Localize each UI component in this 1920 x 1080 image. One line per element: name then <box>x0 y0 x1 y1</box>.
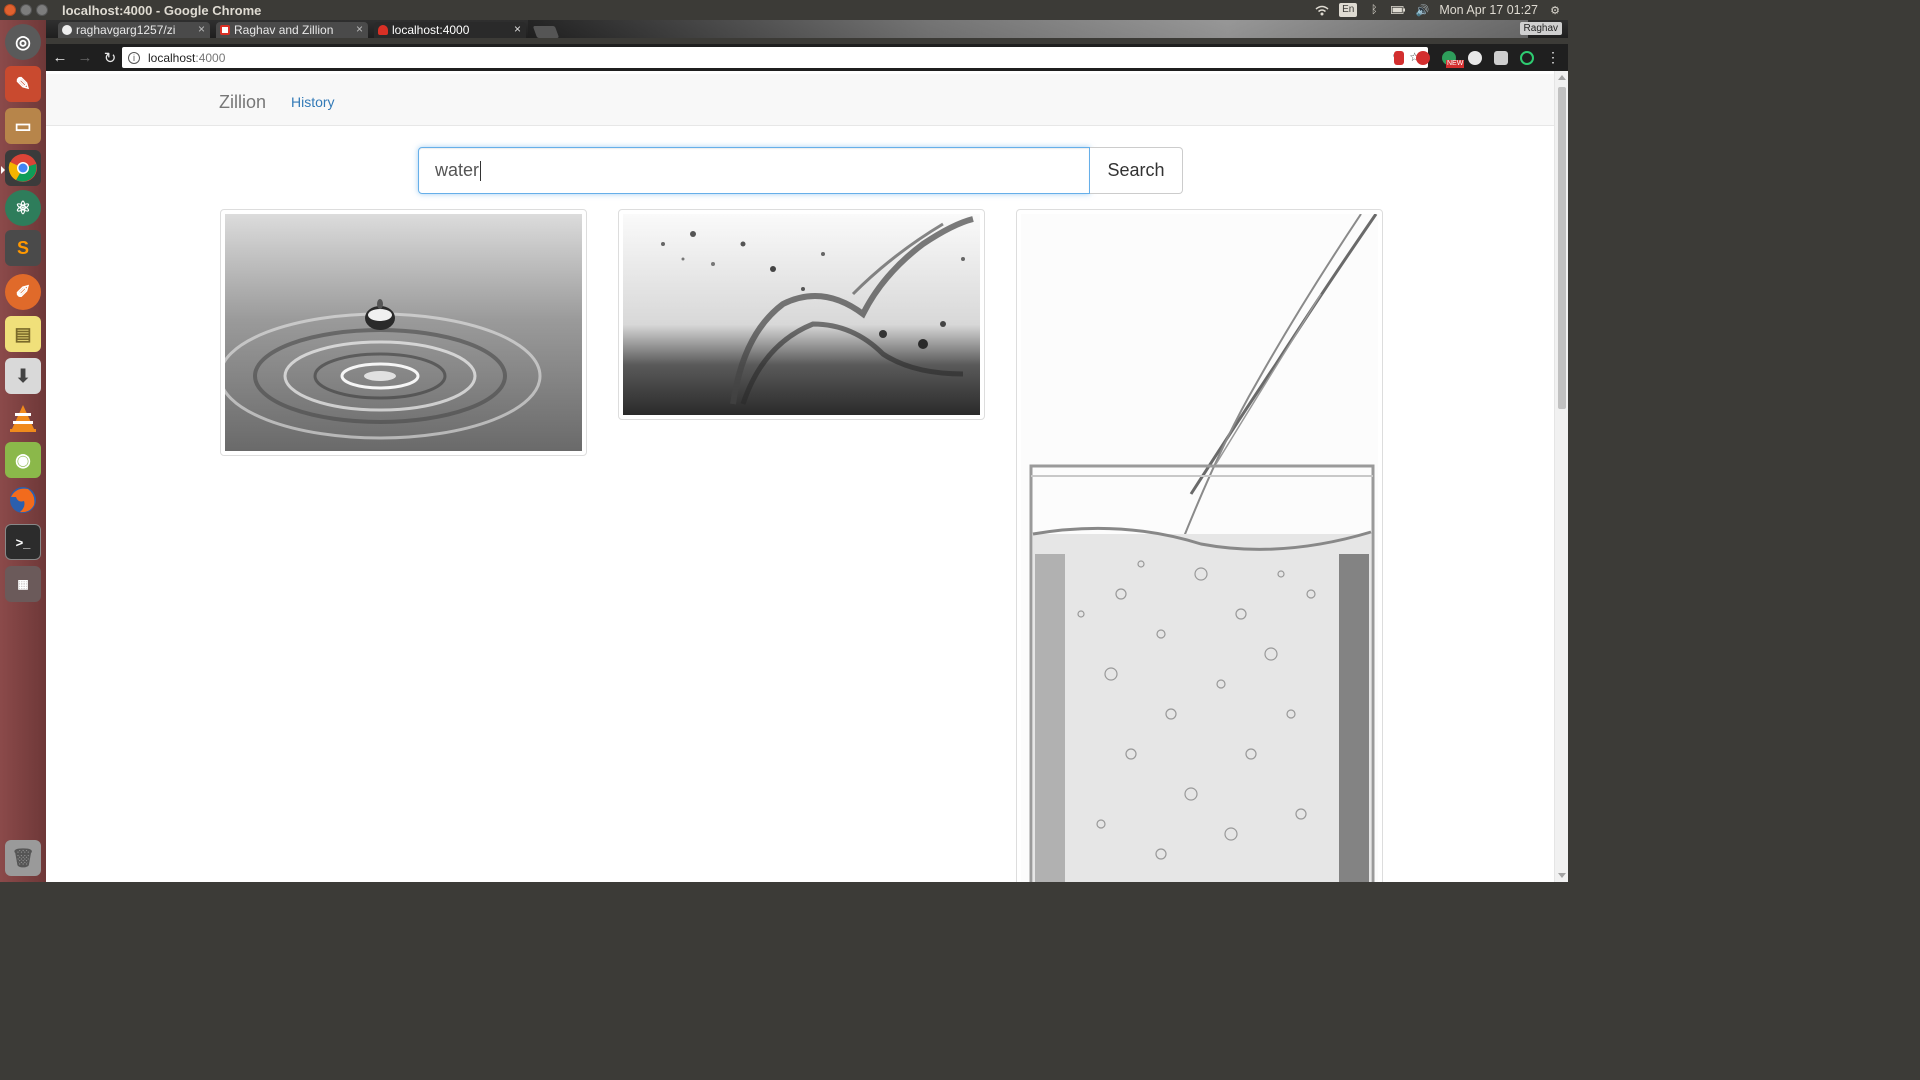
tab-label: raghavgarg1257/zi <box>76 23 176 37</box>
clock[interactable]: Mon Apr 17 01:27 <box>1439 3 1538 17</box>
minimize-window-button[interactable] <box>20 4 32 16</box>
water-pouring-glass-image <box>1021 214 1378 882</box>
extensions-bar: NEW ⋮ <box>1394 49 1560 68</box>
tab-label: Raghav and Zillion <box>234 23 334 37</box>
dash-home-icon[interactable]: ◎ <box>5 24 41 60</box>
terminal-icon[interactable]: >_ <box>5 524 41 560</box>
close-tab-icon[interactable]: × <box>514 22 521 36</box>
qr-extension-icon[interactable] <box>1494 50 1508 65</box>
opera-extension-icon[interactable] <box>1416 50 1430 65</box>
scroll-up-arrow-icon[interactable] <box>1558 75 1566 80</box>
app-navbar: Zillion History <box>46 74 1554 126</box>
browser-tab-strip: raghavgarg1257/zi × Raghav and Zillion ×… <box>46 20 1568 38</box>
water-splash-image <box>623 214 980 415</box>
battery-icon[interactable] <box>1391 4 1406 16</box>
new-tab-button[interactable] <box>532 26 560 38</box>
gmail-icon <box>220 25 230 35</box>
text-caret <box>480 160 482 181</box>
search-button[interactable]: Search <box>1090 147 1183 194</box>
url-port: :4000 <box>195 50 226 65</box>
tab-github[interactable]: raghavgarg1257/zi × <box>58 22 210 38</box>
profile-name-button[interactable]: Raghav <box>1519 22 1562 35</box>
search-input-value: water <box>435 160 480 180</box>
address-bar[interactable]: i localhost:4000 ⚲ ☆ <box>122 47 1428 68</box>
firefox-icon[interactable] <box>5 482 41 518</box>
scrollbar-thumb[interactable] <box>1558 87 1566 409</box>
grammar-extension-icon[interactable]: NEW <box>1442 50 1465 68</box>
app-favicon <box>378 25 388 35</box>
os-top-panel: localhost:4000 - Google Chrome En ᛒ 🔊 Mo… <box>0 0 1568 20</box>
web-page: Zillion History water Search <box>46 71 1568 882</box>
sticky-notes-icon[interactable]: ▤ <box>5 316 41 352</box>
installer-icon[interactable]: ⬇ <box>5 358 41 394</box>
nav-history-link[interactable]: History <box>291 94 335 110</box>
info-icon[interactable]: i <box>128 51 140 64</box>
result-card-1[interactable] <box>220 209 587 456</box>
maximize-window-button[interactable] <box>36 4 48 16</box>
volume-icon[interactable]: 🔊 <box>1415 4 1429 17</box>
wifi-icon[interactable] <box>1315 4 1329 16</box>
github-icon <box>62 25 72 35</box>
page-scrollbar[interactable] <box>1554 71 1568 882</box>
result-card-2[interactable] <box>618 209 985 420</box>
brand-link[interactable]: Zillion <box>219 92 266 113</box>
workspace-switcher-icon[interactable]: ▦ <box>5 566 41 602</box>
window-title: localhost:4000 - Google Chrome <box>62 2 262 18</box>
tab-gmail[interactable]: Raghav and Zillion × <box>216 22 368 38</box>
back-arrow-icon[interactable]: ← <box>49 47 71 69</box>
trash-icon[interactable]: 🗑 <box>5 840 41 876</box>
chrome-icon[interactable] <box>1 150 41 186</box>
menu-dots-icon[interactable]: ⋮ <box>1546 49 1560 66</box>
bookmark-extension-icon[interactable] <box>1394 50 1404 65</box>
search-input[interactable]: water <box>418 147 1090 194</box>
tab-label: localhost:4000 <box>392 23 470 37</box>
new-badge: NEW <box>1446 59 1465 68</box>
bluetooth-icon[interactable]: ᛒ <box>1367 4 1381 16</box>
atom-icon[interactable]: ⚛ <box>5 190 41 226</box>
pencil-app-icon[interactable]: ✐ <box>5 274 41 310</box>
sublime-text-icon[interactable]: S <box>5 230 41 266</box>
unity-launcher: ◎ ✎ ▭ ⚛ S ✐ ▤ ⬇ ◉ >_ ▦ 🗑 <box>0 20 46 882</box>
vlc-icon[interactable] <box>5 400 41 436</box>
scroll-down-arrow-icon[interactable] <box>1558 873 1566 878</box>
search-form: water Search <box>418 147 1183 194</box>
files-icon[interactable]: ▭ <box>5 108 41 144</box>
vpn-extension-icon[interactable] <box>1520 50 1534 65</box>
forward-arrow-icon[interactable]: → <box>74 47 96 69</box>
torrent-client-icon[interactable]: ◉ <box>5 442 41 478</box>
water-droplet-ripple-image <box>225 214 582 451</box>
keyboard-layout-indicator[interactable]: En <box>1339 3 1358 17</box>
tab-localhost[interactable]: localhost:4000 × <box>374 22 526 38</box>
result-card-3[interactable] <box>1016 209 1383 882</box>
gear-icon[interactable]: ⚙ <box>1548 4 1562 17</box>
privacy-extension-icon[interactable] <box>1468 50 1482 65</box>
theme-background <box>528 20 1528 38</box>
close-tab-icon[interactable]: × <box>356 22 363 36</box>
system-tray: En ᛒ 🔊 Mon Apr 17 01:27 ⚙ <box>1315 0 1562 20</box>
close-tab-icon[interactable]: × <box>198 22 205 36</box>
close-window-button[interactable] <box>4 4 16 16</box>
system-settings-icon[interactable]: ✎ <box>5 66 41 102</box>
url-text[interactable]: localhost:4000 <box>148 51 225 65</box>
browser-toolbar: ← → ↻ i localhost:4000 ⚲ ☆ NEW ⋮ <box>46 44 1568 71</box>
reload-icon[interactable]: ↻ <box>99 47 121 69</box>
window-controls <box>4 4 48 16</box>
url-host: localhost <box>148 50 196 65</box>
